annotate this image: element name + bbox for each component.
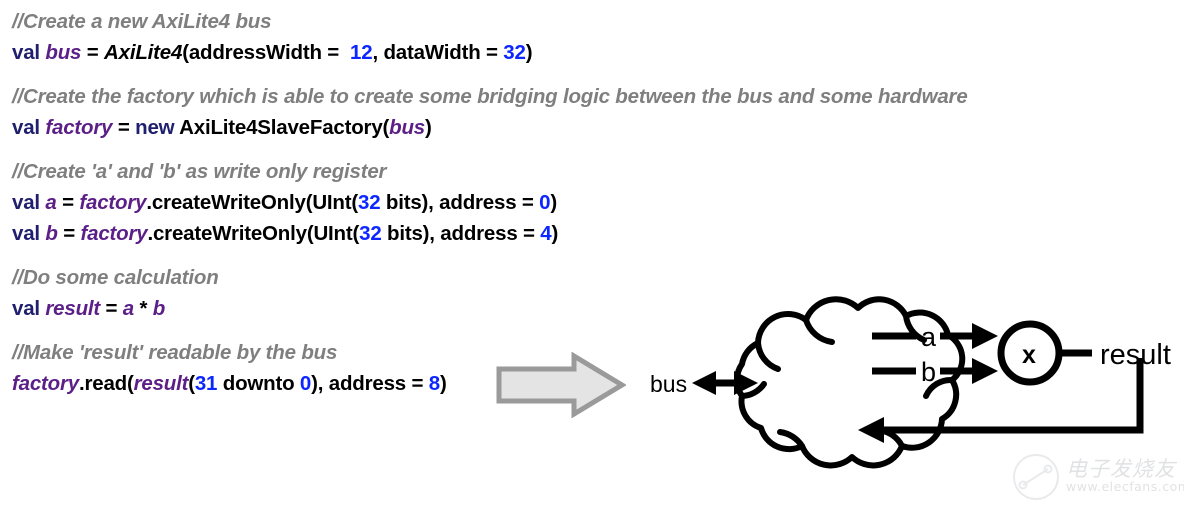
code-token-pln: ) [525,41,533,64]
code-token-pln: ) [550,191,557,214]
code-token-pln: ) [425,116,432,139]
code-token-pln: = [100,297,123,320]
transition-arrow [496,351,627,423]
code-token-num: 32 [359,222,382,245]
code-token-pln: .createWriteOnly(UInt( [146,191,358,214]
code-token-pln: .createWriteOnly(UInt( [147,222,360,245]
code-token-var: factory [45,116,113,139]
code-token-var: bus [45,41,82,64]
code-token-kw: val [12,116,46,139]
code-token-num: 8 [428,372,440,395]
code-token-kw: new [135,116,175,139]
signal-b-label: b [921,357,936,387]
code-token-pln: .read( [78,372,134,395]
code-line: val bus = AxiLite4(addressWidth = 12, da… [12,37,1172,68]
code-token-var: a [45,191,57,214]
code-token-var: a [122,297,134,320]
multiplier-label: x [1022,341,1036,369]
code-token-num: 0 [539,191,551,214]
code-token-num: 32 [358,191,381,214]
code-token-var: factory [79,191,147,214]
code-token-pln: ) [439,372,447,395]
code-token-var: result [45,297,101,320]
code-comment: //Create 'a' and 'b' as write only regis… [12,160,387,183]
code-token-num: 4 [540,222,552,245]
code-token-pln: downto [217,372,300,395]
code-token-kw: val [12,41,46,64]
hardware-diagram: bus a b x result [630,288,1184,508]
code-token-num: 0 [299,372,312,395]
code-token-pln: ( [188,372,195,395]
result-label: result [1100,339,1171,371]
code-token-pln: * [134,297,153,320]
code-token-typ: AxiLite4 [104,41,183,64]
code-block: //Create a new AxiLite4 bus val bus = Axi… [12,6,1172,68]
code-comment: //Create a new AxiLite4 bus [12,10,272,33]
code-token-var: factory [12,372,79,395]
code-token-pln: (addressWidth = [182,41,345,64]
code-token-kw: val [12,191,46,214]
code-block: //Create the factory which is able to cr… [12,81,1172,143]
code-token-var: factory [80,222,148,245]
code-token-var: b [45,222,58,245]
code-line: val b = factory.createWriteOnly(UInt(32 … [12,218,1172,249]
code-token-pln: ), address = [311,372,429,395]
code-token-pln: = [56,191,80,214]
signal-a-label: a [921,322,937,352]
transition-arrow-icon [496,351,627,419]
code-comment: //Create the factory which is able to cr… [12,85,968,108]
code-token-pln: bits), address = [381,222,541,245]
code-token-pln: = [81,41,105,64]
code-token-var: b [152,297,166,320]
code-token-num: 31 [194,372,218,395]
code-block: //Create 'a' and 'b' as write only regis… [12,156,1172,249]
code-line: val a = factory.createWriteOnly(UInt(32 … [12,187,1172,218]
code-token-num: 32 [503,41,526,64]
code-token-pln: bits), address = [380,191,540,214]
code-token-var: bus [389,116,426,139]
code-token-kw: val [12,297,46,320]
hardware-diagram-svg: bus a b x result [650,296,1171,469]
code-token-kw: val [12,222,46,245]
code-line: val factory = new AxiLite4SlaveFactory(b… [12,112,1172,143]
code-token-pln: AxiLite4SlaveFactory( [174,116,390,139]
code-token-var: result [133,372,189,395]
code-token-pln: , dataWidth = [372,41,504,64]
code-token-pln: = [57,222,81,245]
code-token-pln: = [112,116,136,139]
code-token-pln: ) [551,222,559,245]
code-token-num: 12 [344,41,373,64]
bus-label: bus [650,371,687,397]
